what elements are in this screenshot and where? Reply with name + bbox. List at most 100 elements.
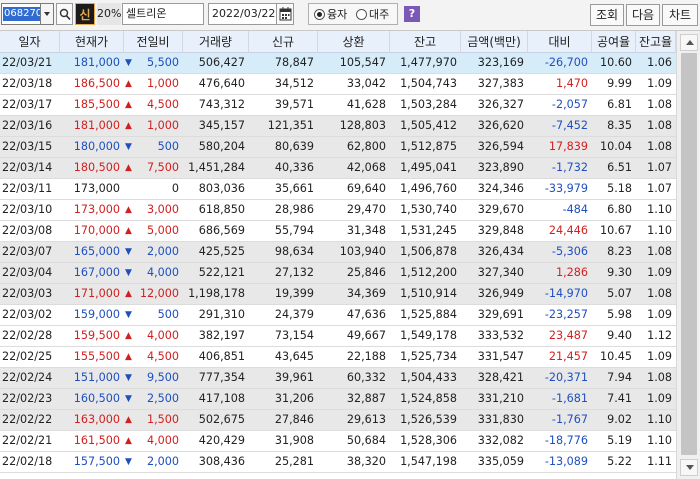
cell-price: 171,000: [73, 287, 120, 300]
stock-name-field[interactable]: 셀트리온: [122, 3, 204, 25]
table-row[interactable]: 22/03/08 170,000 5,000 ▲ 686,569 55,794 31,348…: [0, 221, 676, 242]
cell-balance-rate: 1.07: [647, 182, 672, 195]
calendar-button[interactable]: [276, 3, 294, 25]
cell-repay: 33,042: [346, 77, 386, 90]
cell-volume: 291,310: [198, 308, 245, 321]
header-volume: 거래량: [183, 31, 249, 53]
cell-amount: 326,327: [477, 98, 524, 111]
table-row[interactable]: 22/03/04 167,000 4,000 ▼ 522,121 27,132 25,846…: [0, 263, 676, 284]
cell-supply-rate: 7.41: [607, 392, 632, 405]
table-row[interactable]: 22/03/18 186,500 1,000 ▲ 476,640 34,512 33,042…: [0, 74, 676, 95]
cell-diff: 24,446: [548, 224, 588, 237]
next-button[interactable]: 다음: [626, 4, 660, 26]
scroll-up-icon[interactable]: [680, 34, 698, 51]
cell-supply-rate: 8.35: [607, 119, 632, 132]
scroll-down-icon[interactable]: [680, 459, 698, 476]
table-row[interactable]: 22/02/28 159,500 4,000 ▲ 382,197 73,154 49,667…: [0, 326, 676, 347]
table-row[interactable]: 22/02/23 160,500 2,500 ▼ 417,108 31,206 32,887…: [0, 389, 676, 410]
cell-supply-rate: 5.19: [607, 434, 632, 447]
cell-new: 121,351: [267, 119, 314, 132]
cell-amount: 324,346: [477, 182, 524, 195]
date-input[interactable]: 2022/03/22: [208, 3, 276, 25]
arrow-up-icon: ▲: [125, 331, 132, 341]
search-button[interactable]: [56, 3, 73, 25]
table-row[interactable]: 22/03/02 159,000 500 ▼ 291,310 24,379 47,636 1,…: [0, 305, 676, 326]
table-row[interactable]: 22/02/24 151,000 9,500 ▼ 777,354 39,961 60,332…: [0, 368, 676, 389]
cell-date: 22/03/18: [2, 77, 53, 90]
cell-new: 80,639: [274, 140, 314, 153]
table-row[interactable]: 22/02/25 155,500 4,500 ▲ 406,851 43,645 22,188…: [0, 347, 676, 368]
cell-diff: -1,732: [551, 161, 588, 174]
vertical-scrollbar[interactable]: [676, 31, 700, 479]
cell-diff: -23,257: [544, 308, 588, 321]
cell-balance: 1,526,539: [400, 413, 457, 426]
cell-date: 22/03/04: [2, 266, 53, 279]
header-date: 일자: [0, 31, 60, 53]
sin-button[interactable]: 신: [75, 3, 95, 25]
cell-new: 40,336: [274, 161, 314, 174]
table-row[interactable]: 22/03/11 173,000 0 803,036 35,661 69,640 1,496…: [0, 179, 676, 200]
cell-date: 22/03/14: [2, 161, 53, 174]
view-button[interactable]: 조회: [590, 4, 624, 26]
table-row[interactable]: 22/02/22 163,000 1,500 ▲ 502,675 27,846 29,613…: [0, 410, 676, 431]
cell-repay: 38,320: [346, 455, 386, 468]
table-row[interactable]: 22/03/21 181,000 5,500 ▼ 506,427 78,847 105,54…: [0, 53, 676, 74]
code-dropdown-button[interactable]: [41, 3, 54, 25]
cell-volume: 406,851: [198, 350, 245, 363]
cell-supply-rate: 6.80: [607, 203, 632, 216]
cell-diff: -26,700: [544, 56, 588, 69]
cell-date: 22/03/15: [2, 140, 53, 153]
cell-new: 31,908: [274, 434, 314, 447]
arrow-down-icon: ▼: [125, 457, 132, 467]
scroll-thumb[interactable]: [681, 53, 697, 455]
cell-balance: 1,525,734: [400, 350, 457, 363]
cell-date: 22/02/23: [2, 392, 53, 405]
cell-price: 159,500: [73, 329, 120, 342]
cell-volume: 777,354: [198, 371, 245, 384]
table-row[interactable]: 22/03/15 180,000 500 ▼ 580,204 80,639 62,800 1,…: [0, 137, 676, 158]
cell-repay: 62,800: [346, 140, 386, 153]
cell-supply-rate: 5.18: [607, 182, 632, 195]
cell-new: 39,961: [274, 371, 314, 384]
cell-balance-rate: 1.06: [647, 56, 672, 69]
radio-yongja[interactable]: 융자: [314, 8, 347, 21]
cell-volume: 1,451,284: [188, 161, 245, 174]
arrow-up-icon: ▲: [125, 289, 132, 299]
cell-price: 159,000: [73, 308, 120, 321]
cell-repay: 34,369: [346, 287, 386, 300]
cell-supply-rate: 6.51: [607, 161, 632, 174]
stock-code-input[interactable]: 068270: [1, 3, 41, 25]
cell-date: 22/03/16: [2, 119, 53, 132]
table-row[interactable]: 22/03/16 181,000 1,000 ▲ 345,157 121,351 128,8…: [0, 116, 676, 137]
cell-balance: 1,530,740: [400, 203, 457, 216]
cell-balance-rate: 1.07: [647, 161, 672, 174]
table-row[interactable]: 22/03/10 173,000 3,000 ▲ 618,850 28,986 29,470…: [0, 200, 676, 221]
table-row[interactable]: 22/03/03 171,000 12,000 ▲ 1,198,178 19,399 34,…: [0, 284, 676, 305]
table-row[interactable]: 22/03/07 165,000 2,000 ▼ 425,525 98,634 103,94…: [0, 242, 676, 263]
header-price: 현재가: [60, 31, 124, 53]
cell-date: 22/02/21: [2, 434, 53, 447]
cell-repay: 29,470: [346, 203, 386, 216]
cell-amount: 333,532: [477, 329, 524, 342]
chart-button[interactable]: 차트: [662, 4, 698, 26]
arrow-down-icon: ▼: [125, 373, 132, 383]
cell-supply-rate: 10.67: [599, 224, 632, 237]
table-row[interactable]: 22/02/18 157,500 2,000 ▼ 308,436 25,281 38,320…: [0, 452, 676, 473]
arrow-down-icon: ▼: [125, 58, 132, 68]
cell-new: 55,794: [274, 224, 314, 237]
cell-volume: 417,108: [198, 392, 245, 405]
loan-type-radio-group: 융자 대주: [308, 3, 398, 25]
search-icon: [59, 8, 71, 21]
cell-diff: -2,057: [551, 98, 588, 111]
table-row[interactable]: 22/03/14 180,500 7,500 ▲ 1,451,284 40,336 42,0…: [0, 158, 676, 179]
cell-amount: 331,547: [477, 350, 524, 363]
radio-daeju[interactable]: 대주: [356, 8, 389, 21]
cell-repay: 32,887: [346, 392, 386, 405]
radio-yongja-label: 융자: [327, 8, 348, 21]
table-row[interactable]: 22/02/21 161,500 4,000 ▲ 420,429 31,908 50,684…: [0, 431, 676, 452]
cell-balance: 1,525,884: [400, 308, 457, 321]
cell-new: 78,847: [274, 56, 314, 69]
help-button[interactable]: ?: [404, 6, 420, 22]
table-row[interactable]: 22/03/17 185,500 4,500 ▲ 743,312 39,571 41,628…: [0, 95, 676, 116]
cell-date: 22/03/10: [2, 203, 53, 216]
